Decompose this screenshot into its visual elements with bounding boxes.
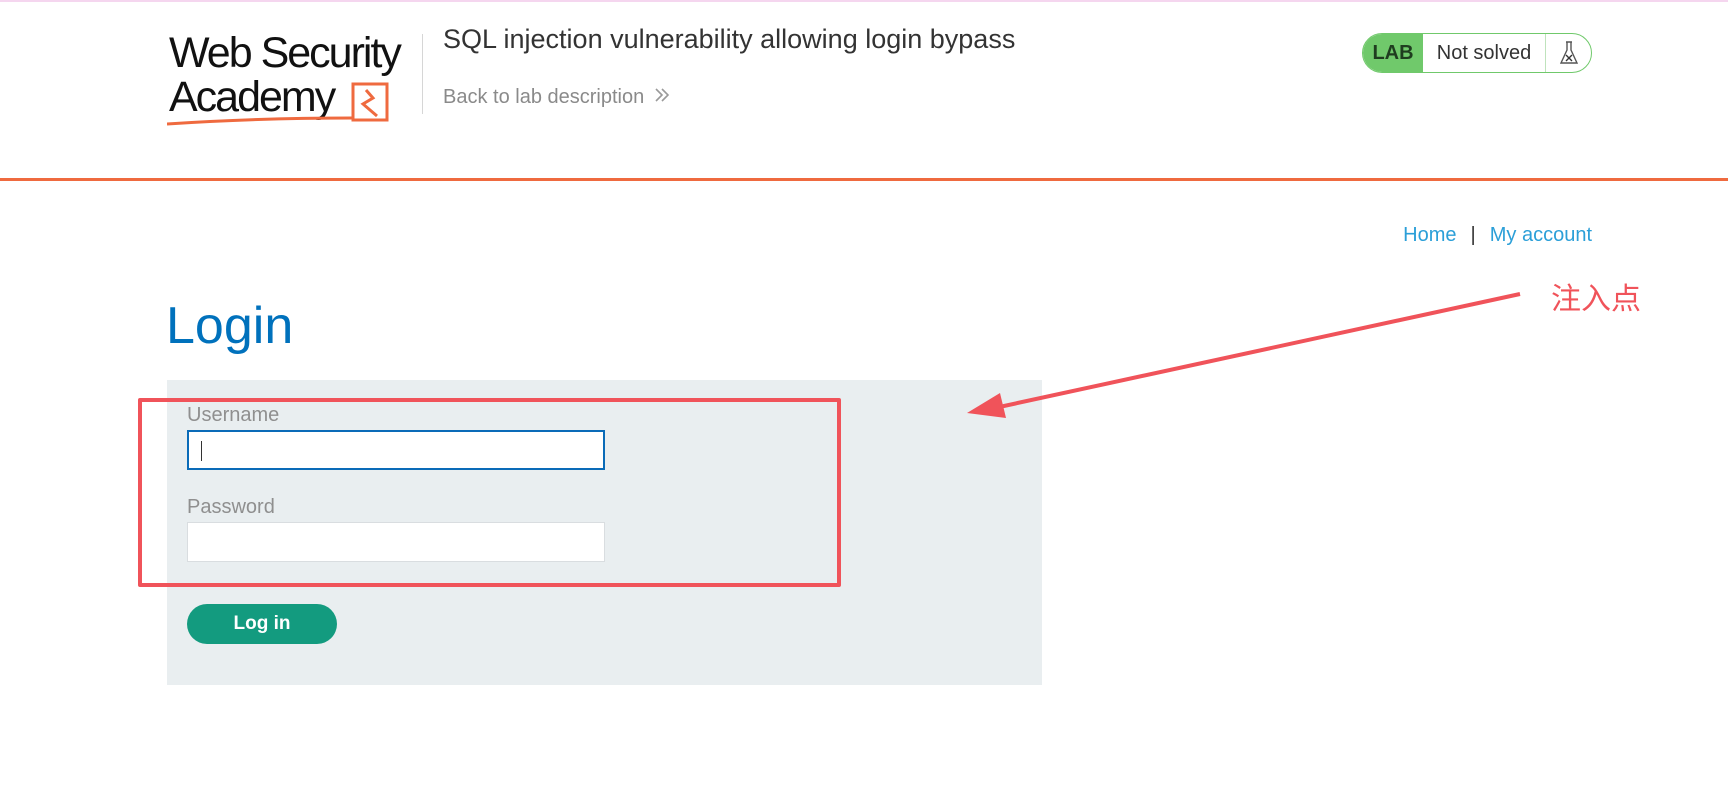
annotation-highlight-box [138,398,841,587]
double-chevron-right-icon [654,86,670,109]
nav-home-link[interactable]: Home [1403,224,1456,247]
lab-status-text: Not solved [1423,34,1546,72]
page: Web Security Academy SQL injection vulne… [0,0,1728,800]
lab-title: SQL injection vulnerability allowing log… [443,24,1016,54]
log-in-button[interactable]: Log in [187,604,337,644]
back-link-label: Back to lab description [443,86,645,108]
nav-my-account-link[interactable]: My account [1490,224,1592,247]
lab-badge: LAB [1363,34,1423,72]
annotation-label: 注入点 [1551,283,1641,316]
lab-header: Web Security Academy SQL injection vulne… [0,4,1728,181]
header-divider [422,34,423,114]
flask-icon[interactable] [1546,34,1591,72]
nav-separator: | [1470,224,1476,246]
page-title: Login [166,297,294,355]
logo-mark-icon [167,82,389,126]
top-nav: Home | My account [1403,224,1592,247]
back-to-lab-description-link[interactable]: Back to lab description [443,86,670,109]
web-security-academy-logo[interactable]: Web Security Academy [167,32,417,128]
lab-status-widget: LAB Not solved [1362,33,1592,73]
